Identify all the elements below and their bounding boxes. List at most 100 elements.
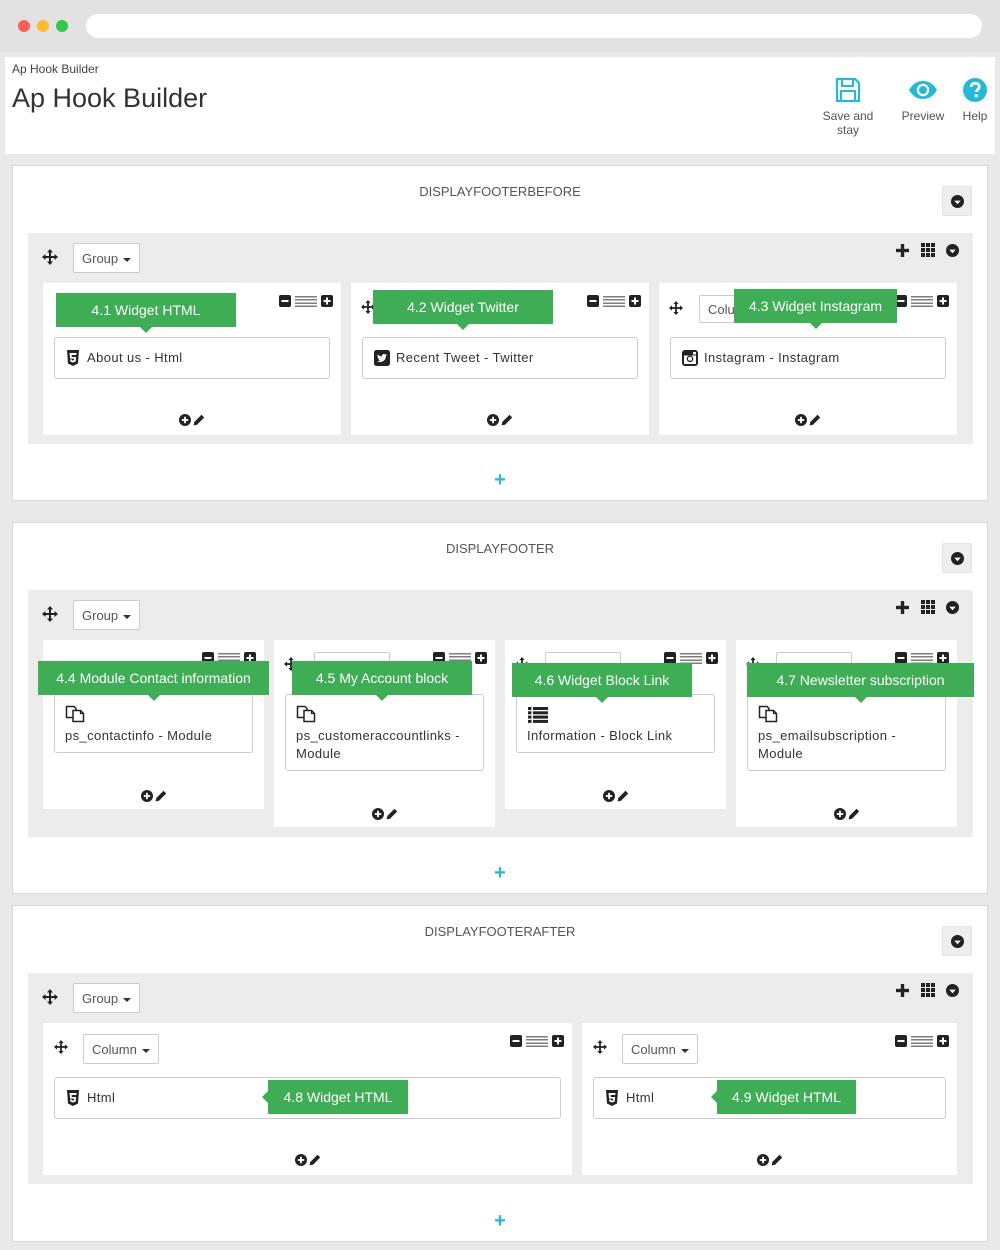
group-dropdown[interactable]: Group [73,243,141,273]
add-group-button[interactable]: + [13,862,987,885]
group-dropdown-label: Group [82,251,119,266]
group-row: Group ps_contactinfo - Module ps_custome… [28,590,973,837]
column-footer [43,413,341,431]
grid-icon[interactable] [921,243,935,257]
minus-square-icon[interactable] [895,1035,907,1047]
chevron-down-circle-icon[interactable] [946,244,959,257]
collapse-hook-button[interactable] [942,543,972,573]
hook-title: DISPLAYFOOTER [445,541,555,556]
html5-icon [605,1090,619,1106]
pencil-icon[interactable] [193,414,205,426]
add-widget-icon[interactable] [834,808,846,820]
column-dropdown[interactable]: Column [83,1034,159,1064]
eye-icon [909,81,937,99]
pencil-icon[interactable] [809,414,821,426]
pencil-icon[interactable] [771,1154,783,1166]
plus-square-icon[interactable] [937,295,949,307]
grid-icon[interactable] [921,600,935,614]
add-column-icon[interactable] [896,984,909,997]
plus-square-icon[interactable] [552,1035,564,1047]
chevron-down-circle-icon[interactable] [946,984,959,997]
add-widget-icon[interactable] [795,414,807,426]
maximize-window-button[interactable] [56,20,68,32]
column-footer [582,1153,957,1171]
add-widget-icon[interactable] [295,1154,307,1166]
group-dropdown[interactable]: Group [73,600,141,630]
group-toolbar [889,983,959,1002]
pencil-icon[interactable] [309,1154,321,1166]
help-label: Help [962,109,988,123]
save-and-stay-button[interactable]: Save and stay [810,77,886,137]
widget-item[interactable]: ps_contactinfo - Module [54,694,253,753]
column-toolbar [510,1035,564,1048]
pencil-icon[interactable] [617,790,629,802]
column-toolbar [895,1035,949,1048]
pencil-icon[interactable] [155,790,167,802]
plus-square-icon[interactable] [706,652,718,664]
list-icon [528,707,548,723]
widget-label: Instagram - Instagram [704,350,840,365]
add-widget-icon[interactable] [141,790,153,802]
group-dropdown[interactable]: Group [73,983,141,1013]
preview-button[interactable]: Preview [898,77,948,123]
plus-square-icon[interactable] [937,1035,949,1047]
column-width-icon[interactable] [911,296,933,307]
column-dropdown[interactable]: Column [622,1034,698,1064]
widget-label: About us - Html [87,350,183,365]
minimize-window-button[interactable] [37,20,49,32]
add-column-icon[interactable] [896,601,909,614]
breadcrumb[interactable]: Ap Hook Builder [12,62,99,76]
widget-label: Recent Tweet - Twitter [396,350,534,365]
address-bar[interactable] [86,14,982,38]
move-icon[interactable] [42,606,58,622]
widget-item[interactable]: Recent Tweet - Twitter [362,337,638,379]
pencil-icon[interactable] [848,808,860,820]
move-icon[interactable] [669,301,683,315]
grid-icon[interactable] [921,983,935,997]
plus-square-icon[interactable] [321,295,333,307]
minus-square-icon[interactable] [587,295,599,307]
twitter-icon [374,350,390,366]
collapse-hook-button[interactable] [942,186,972,216]
widget-item[interactable]: ps_customeraccountlinks - Module [285,694,484,771]
caret-down-icon [123,614,132,619]
column-width-icon[interactable] [526,1036,548,1047]
move-icon[interactable] [42,249,58,265]
minus-square-icon[interactable] [510,1035,522,1047]
pencil-icon[interactable] [386,808,398,820]
group-toolbar [889,243,959,262]
column-footer [505,789,726,807]
minus-square-icon[interactable] [279,295,291,307]
move-icon[interactable] [54,1040,68,1054]
add-group-button[interactable]: + [13,1210,987,1233]
add-widget-icon[interactable] [372,808,384,820]
chevron-down-circle-icon[interactable] [946,601,959,614]
pencil-icon[interactable] [501,414,513,426]
column-width-icon[interactable] [911,1036,933,1047]
collapse-hook-button[interactable] [942,926,972,956]
widget-item[interactable]: ps_emailsubscription - Module [747,694,946,771]
add-widget-icon[interactable] [179,414,191,426]
add-widget-icon[interactable] [487,414,499,426]
add-widget-icon[interactable] [603,790,615,802]
add-group-button[interactable]: + [13,469,987,492]
column-footer [274,807,495,825]
close-window-button[interactable] [18,20,30,32]
hook-title: DISPLAYFOOTERBEFORE [419,184,581,199]
hook-panel-displayfooterafter: DISPLAYFOOTERAFTER Group Column Html Col… [12,905,988,1242]
widget-item[interactable]: About us - Html [54,337,330,379]
plus-square-icon[interactable] [629,295,641,307]
help-button[interactable]: Help [957,77,993,123]
html5-icon [66,1090,80,1106]
column-width-icon[interactable] [295,296,317,307]
widget-item[interactable]: Information - Block Link [516,694,715,753]
widget-label: Html [626,1090,655,1105]
move-icon[interactable] [593,1040,607,1054]
add-column-icon[interactable] [896,244,909,257]
plus-square-icon[interactable] [475,652,487,664]
add-widget-icon[interactable] [757,1154,769,1166]
widget-item[interactable]: Instagram - Instagram [670,337,946,379]
column-width-icon[interactable] [603,296,625,307]
help-icon [963,78,987,102]
move-icon[interactable] [42,989,58,1005]
